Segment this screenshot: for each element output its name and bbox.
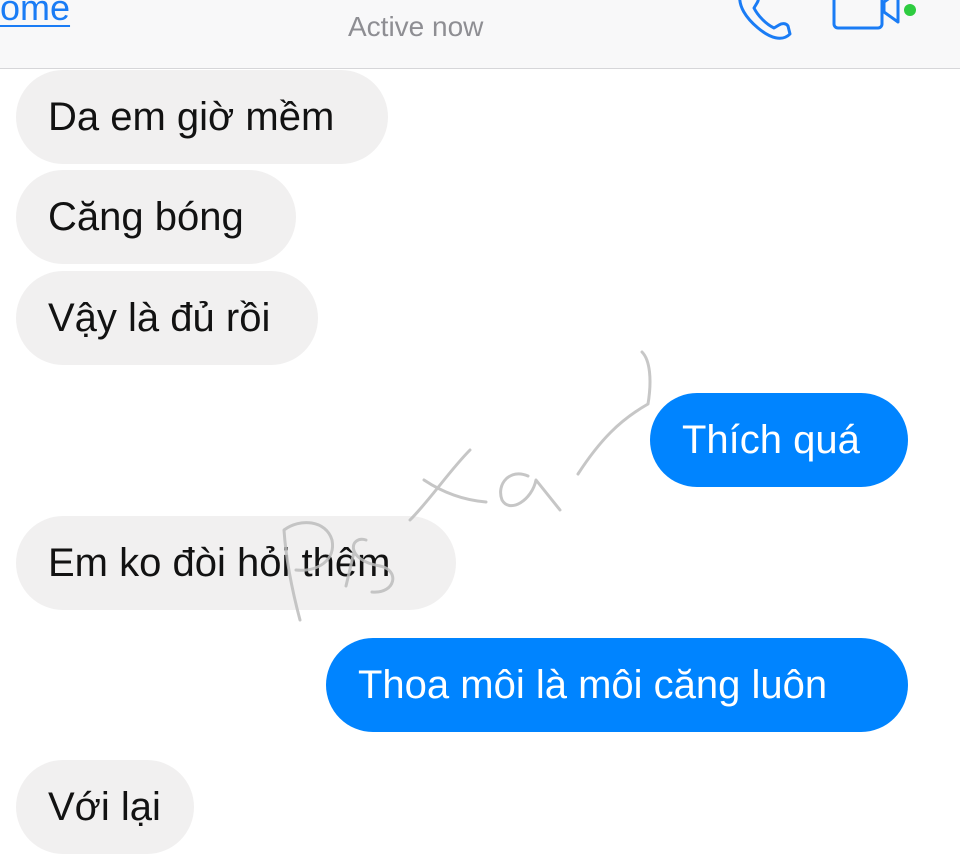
video-camera-icon[interactable] (828, 0, 924, 36)
message-bubble-incoming[interactable]: Căng bóng (16, 170, 296, 264)
message-bubble-incoming[interactable]: Với lại (16, 760, 194, 854)
phone-icon[interactable] (728, 0, 798, 42)
back-button[interactable]: ome (0, 0, 70, 30)
message-bubble-outgoing[interactable]: Thoa môi là môi căng luôn (326, 638, 908, 732)
online-indicator (904, 4, 916, 16)
active-status: Active now (348, 11, 484, 42)
message-bubble-incoming[interactable]: Da em giờ mềm (16, 70, 388, 164)
message-bubble-incoming[interactable]: Em ko đòi hỏi thêm (16, 516, 456, 610)
message-bubble-incoming[interactable]: Vậy là đủ rồi (16, 271, 318, 365)
conversation-header: ome Active now (0, 0, 960, 69)
message-bubble-outgoing[interactable]: Thích quá (650, 393, 908, 487)
